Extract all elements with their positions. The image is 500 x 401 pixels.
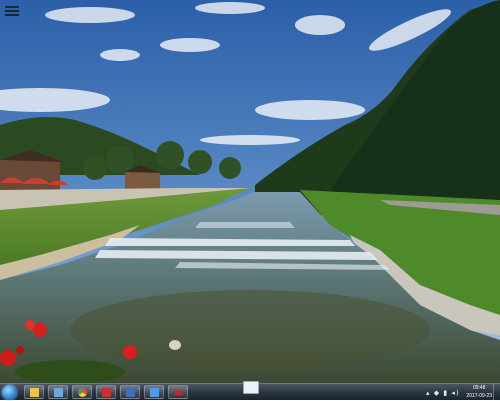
maple-leaf-icon[interactable] — [168, 385, 188, 399]
clock-date: 2017-09-23 — [466, 393, 492, 399]
explorer-icon[interactable] — [24, 385, 44, 399]
tray-icons[interactable]: ▴ ◆ ▮ ◂) — [426, 389, 460, 397]
photo-viewer-icon[interactable] — [144, 385, 164, 399]
chrome-icon[interactable] — [72, 385, 92, 399]
acrobat-icon[interactable] — [96, 385, 116, 399]
desktop-wallpaper — [0, 0, 500, 400]
clock[interactable]: 09:48 2017-09-23 — [466, 384, 492, 400]
show-desktop-button[interactable] — [493, 384, 498, 400]
save-icon[interactable] — [120, 385, 140, 399]
hamburger-menu-icon[interactable] — [5, 6, 19, 17]
documents-icon[interactable] — [48, 385, 68, 399]
windows-orb-icon[interactable] — [2, 385, 17, 400]
desktop-note-icon[interactable] — [243, 381, 259, 394]
clock-time: 09:48 — [472, 385, 486, 391]
system-tray: ▴ ◆ ▮ ◂) 09:48 2017-09-23 — [426, 384, 498, 401]
